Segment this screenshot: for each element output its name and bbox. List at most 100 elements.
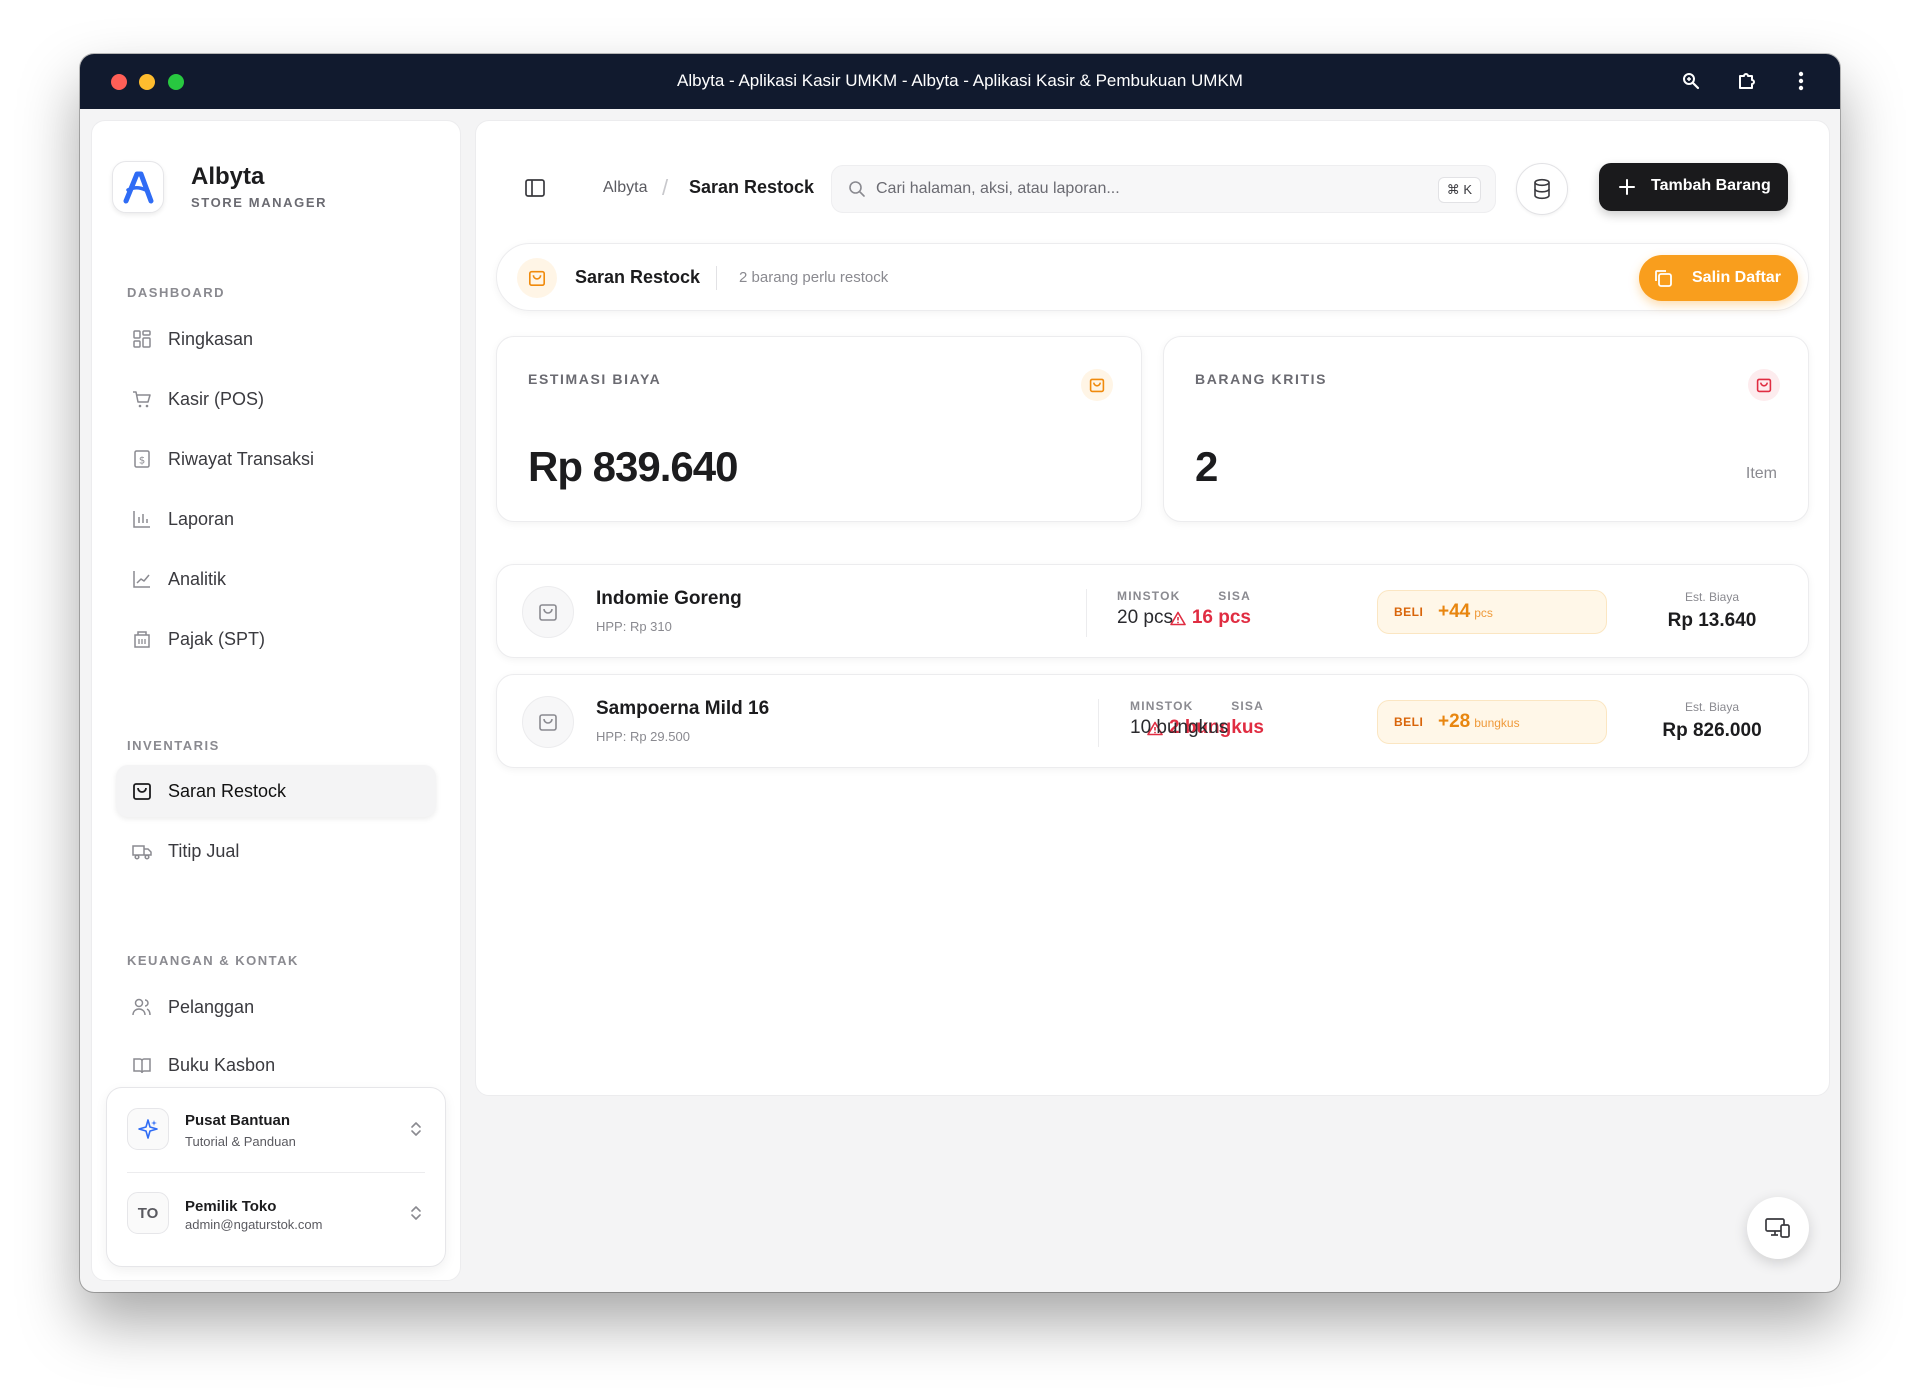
- sidebar-item-ringkasan[interactable]: Ringkasan: [116, 313, 436, 365]
- section-keuangan: KEUANGAN & KONTAK: [127, 953, 299, 968]
- search-input[interactable]: Cari halaman, aksi, atau laporan... ⌘ K: [831, 165, 1496, 213]
- sisa-value: 16 pcs: [1191, 607, 1251, 628]
- stat-label: ESTIMASI BIAYA: [528, 371, 662, 387]
- truck-icon: [132, 845, 152, 860]
- buy-label: BELI: [1394, 605, 1424, 619]
- stat-card-kritis: BARANG KRITIS 2 Item: [1163, 336, 1809, 522]
- sidebar-item-laporan[interactable]: Laporan: [116, 493, 436, 545]
- sidebar-item-saran-restock[interactable]: Saran Restock: [116, 765, 436, 817]
- divider: [716, 266, 717, 290]
- sidebar-item-label: Titip Jual: [168, 840, 240, 861]
- sidebar-item-label: Laporan: [168, 508, 235, 529]
- minstok-value: 10 bungkus: [1130, 717, 1229, 738]
- database-button[interactable]: [1516, 163, 1568, 215]
- restock-row[interactable]: Sampoerna Mild 16 HPP: Rp 29.500 SISA 2 …: [496, 674, 1809, 768]
- breadcrumb-current: Saran Restock: [689, 177, 815, 197]
- buy-label: BELI: [1394, 715, 1424, 729]
- page-subtitle: 2 barang perlu restock: [739, 269, 889, 286]
- sidebar-item-analitik[interactable]: Analitik: [116, 553, 436, 605]
- item-name: Sampoerna Mild 16: [596, 698, 770, 719]
- search-icon: [849, 181, 865, 197]
- breadcrumb-separator: /: [662, 175, 669, 200]
- brand-name: Albyta: [191, 163, 265, 190]
- devices-icon: [1765, 1218, 1790, 1238]
- estimate-cell: Est. Biaya Rp 13.640: [1632, 590, 1792, 632]
- buy-badge: BELI +28 bungkus: [1377, 700, 1607, 744]
- stat-value: 2: [1195, 443, 1218, 490]
- app-window: Albyta - Aplikasi Kasir UMKM - Albyta - …: [80, 54, 1840, 1292]
- help-title: Pusat Bantuan: [185, 1112, 291, 1129]
- search-shortcut: ⌘ K: [1437, 177, 1481, 203]
- copy-list-button[interactable]: Salin Daftar: [1639, 255, 1798, 301]
- sidebar-item-label: Analitik: [168, 568, 227, 589]
- buy-unit: pcs: [1474, 606, 1493, 620]
- buy-unit: bungkus: [1474, 716, 1520, 730]
- help-center-button[interactable]: Pusat Bantuan Tutorial & Panduan: [107, 1088, 445, 1172]
- restock-row[interactable]: Indomie Goreng HPP: Rp 310 SISA 16 pcs M…: [496, 564, 1809, 658]
- section-dashboard: DASHBOARD: [127, 285, 225, 300]
- extension-icon[interactable]: [1734, 68, 1760, 94]
- sidebar-item-pelanggan[interactable]: Pelanggan: [116, 981, 436, 1033]
- bar-chart-icon: [133, 511, 150, 528]
- sidebar-item-label: Pelanggan: [168, 996, 255, 1017]
- building-icon: [134, 631, 150, 648]
- buy-quantity: +28: [1438, 711, 1471, 732]
- estimate-cell: Est. Biaya Rp 826.000: [1632, 700, 1792, 742]
- zoom-icon[interactable]: [1678, 68, 1704, 94]
- estimate-label: Est. Biaya: [1684, 700, 1740, 714]
- app-logo[interactable]: [112, 161, 164, 213]
- sisa-cell: SISA 16 pcs: [1170, 589, 1251, 629]
- stat-unit: Item: [1745, 465, 1777, 482]
- sidebar-footer-card: Pusat Bantuan Tutorial & Panduan TO Pemi…: [106, 1087, 446, 1267]
- bag-icon: [1081, 369, 1113, 401]
- sidebar-item-label: Kasir (POS): [168, 388, 265, 409]
- stat-label: BARANG KRITIS: [1195, 371, 1328, 387]
- add-item-button[interactable]: Tambah Barang: [1599, 163, 1788, 211]
- estimate-value: Rp 826.000: [1662, 720, 1762, 741]
- search-placeholder: Cari halaman, aksi, atau laporan...: [876, 180, 1120, 197]
- sidebar-item-kasir[interactable]: Kasir (POS): [116, 373, 436, 425]
- bag-icon: [133, 783, 151, 800]
- page-header: Saran Restock 2 barang perlu restock Sal…: [496, 243, 1809, 311]
- minstok-value: 20 pcs: [1117, 607, 1173, 628]
- minstok-cell: MINSTOK 20 pcs: [1117, 589, 1181, 629]
- window-title: Albyta - Aplikasi Kasir UMKM - Albyta - …: [677, 71, 1243, 90]
- sidebar: Albyta STORE MANAGER DASHBOARD Ringkasan…: [91, 120, 461, 1281]
- user-menu-button[interactable]: TO Pemilik Toko admin@ngaturstok.com: [107, 1172, 445, 1256]
- user-name: Pemilik Toko: [185, 1198, 277, 1215]
- brand-subtitle: STORE MANAGER: [191, 195, 328, 210]
- copy-icon: [1655, 270, 1672, 287]
- plus-icon: [1619, 179, 1635, 195]
- main-panel: Albyta / Saran Restock Cari halaman, aks…: [475, 120, 1830, 1096]
- sidebar-toggle-icon[interactable]: [524, 177, 546, 199]
- bag-icon: [1748, 369, 1780, 401]
- add-item-label: Tambah Barang: [1651, 177, 1771, 194]
- buy-badge: BELI +44 pcs: [1377, 590, 1607, 634]
- section-inventaris: INVENTARIS: [127, 738, 220, 753]
- title-bar: Albyta - Aplikasi Kasir UMKM - Albyta - …: [80, 54, 1840, 109]
- sidebar-item-label: Pajak (SPT): [168, 628, 266, 649]
- device-switch-button[interactable]: [1747, 1197, 1809, 1259]
- help-subtitle: Tutorial & Panduan: [185, 1134, 296, 1149]
- svg-text:$: $: [139, 456, 145, 467]
- more-menu-icon[interactable]: [1788, 68, 1814, 94]
- bag-icon: [522, 696, 574, 748]
- chevron-updown-icon: [411, 1122, 421, 1136]
- user-email: admin@ngaturstok.com: [185, 1217, 323, 1232]
- bag-icon: [517, 258, 557, 298]
- sidebar-item-label: Riwayat Transaksi: [168, 448, 315, 469]
- bag-icon: [522, 586, 574, 638]
- avatar: TO: [127, 1192, 169, 1234]
- breadcrumb-root[interactable]: Albyta: [603, 179, 647, 197]
- estimate-value: Rp 13.640: [1667, 610, 1757, 631]
- divider: [1098, 699, 1099, 747]
- database-icon: [1534, 178, 1550, 200]
- sidebar-item-label: Ringkasan: [168, 328, 254, 349]
- sidebar-item-pajak[interactable]: Pajak (SPT): [116, 613, 436, 665]
- sidebar-item-riwayat[interactable]: $ Riwayat Transaksi: [116, 433, 436, 485]
- minstok-label: MINSTOK: [1117, 589, 1181, 603]
- sidebar-item-titip-jual[interactable]: Titip Jual: [116, 825, 436, 877]
- item-hpp: HPP: Rp 29.500: [596, 729, 690, 744]
- copy-list-label: Salin Daftar: [1692, 269, 1781, 286]
- sparkle-icon: [127, 1108, 169, 1150]
